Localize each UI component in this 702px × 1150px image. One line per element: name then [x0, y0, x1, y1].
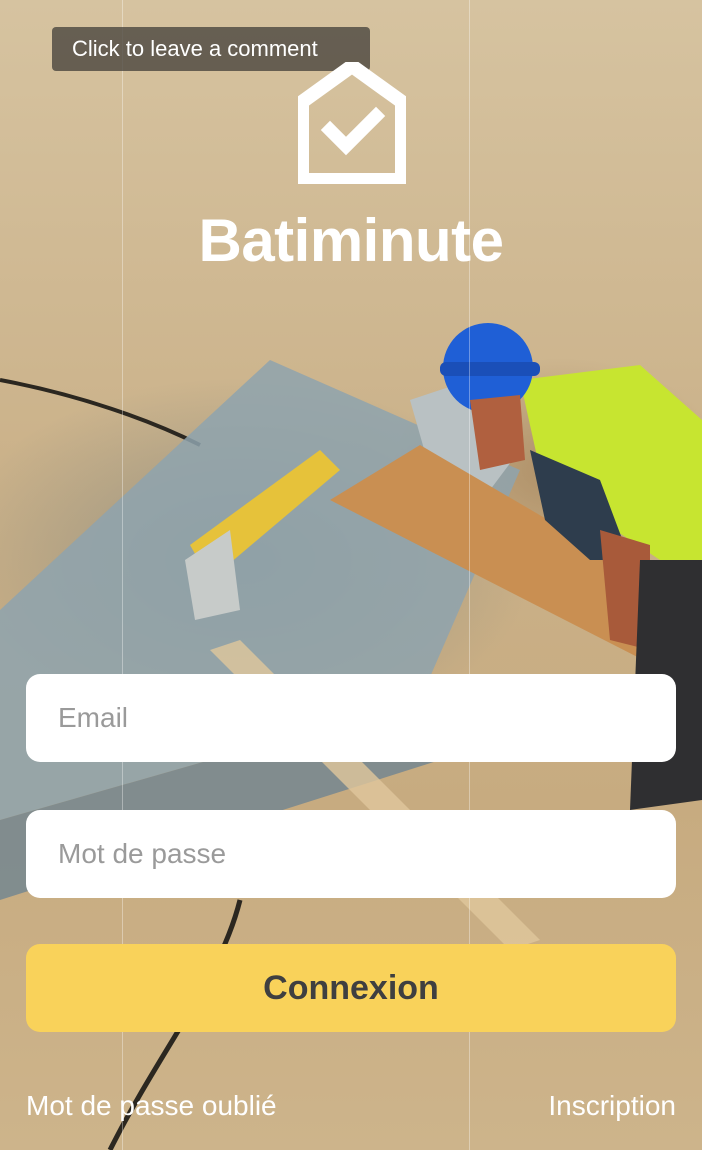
email-field[interactable]	[26, 674, 676, 762]
brand-name: Batiminute	[198, 207, 504, 274]
house-check-icon	[295, 59, 409, 187]
login-button[interactable]: Connexion	[26, 944, 676, 1032]
signup-link[interactable]: Inscription	[548, 1090, 676, 1122]
forgot-password-link[interactable]: Mot de passe oublié	[26, 1090, 277, 1122]
password-field[interactable]	[26, 810, 676, 898]
